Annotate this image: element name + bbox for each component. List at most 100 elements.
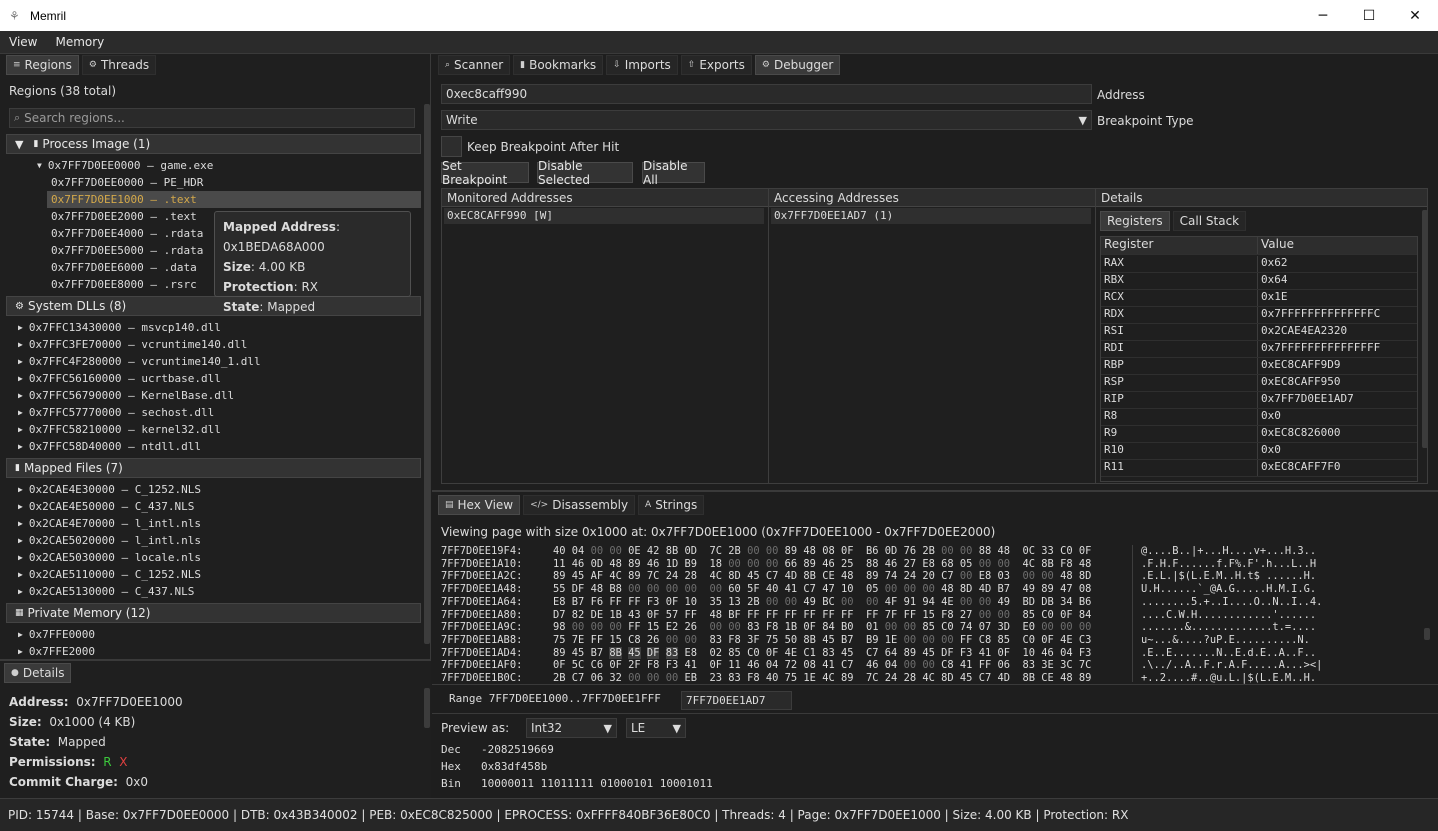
hex-byte[interactable]: 46 bbox=[747, 659, 760, 671]
hex-byte[interactable]: 0E bbox=[628, 545, 641, 557]
hex-byte[interactable]: 0F bbox=[803, 621, 816, 633]
hex-byte[interactable]: 60 bbox=[728, 583, 741, 595]
hex-byte[interactable]: E8 bbox=[979, 570, 992, 582]
hex-byte[interactable]: 83 bbox=[728, 672, 741, 684]
group-process-image[interactable]: ▼ ▮ Process Image (1) bbox=[6, 134, 421, 154]
hex-byte[interactable]: 2B bbox=[553, 672, 566, 684]
hex-byte[interactable]: 00 bbox=[841, 596, 854, 608]
hex-byte[interactable]: FF bbox=[609, 596, 622, 608]
register-row[interactable]: RDX 0x7FFFFFFFFFFFFFFC bbox=[1101, 307, 1417, 324]
tab-hex-view[interactable]: ▤ Hex View bbox=[438, 495, 521, 515]
hex-byte[interactable]: 8B bbox=[609, 646, 622, 659]
register-row[interactable]: RDI 0x7FFFFFFFFFFFFFFF bbox=[1101, 341, 1417, 358]
hex-byte[interactable]: 0F bbox=[710, 659, 723, 671]
hex-byte[interactable]: B6 bbox=[1079, 596, 1092, 608]
hex-byte[interactable]: C0 bbox=[1041, 609, 1054, 621]
hex-byte[interactable]: 0F bbox=[1079, 545, 1092, 557]
register-row[interactable]: RSI 0x2CAE4EA2320 bbox=[1101, 324, 1417, 341]
hex-row-bytes[interactable]: E8 B7 F6 FF FF F3 0F 10 35 13 2B 00 00 4… bbox=[553, 596, 1091, 609]
tree-node-dll[interactable]: ▶ 0x7FFC57770000 – sechost.dll bbox=[18, 404, 214, 421]
hex-byte[interactable]: 34 bbox=[1060, 596, 1073, 608]
hex-byte[interactable]: C7 bbox=[766, 570, 779, 582]
hex-byte[interactable]: 41 bbox=[979, 647, 992, 659]
hex-byte[interactable]: 10 bbox=[1023, 647, 1036, 659]
hex-byte[interactable]: 47 bbox=[1060, 583, 1073, 595]
hex-byte[interactable]: C7 bbox=[841, 659, 854, 671]
hex-byte[interactable]: 04 bbox=[1060, 647, 1073, 659]
hex-byte[interactable]: 07 bbox=[979, 621, 992, 633]
tree-node-dll[interactable]: ▶ 0x7FFC4F280000 – vcruntime140_1.dll bbox=[18, 353, 261, 370]
hex-byte[interactable]: FF bbox=[628, 596, 641, 608]
hex-byte[interactable]: 00 bbox=[684, 634, 697, 646]
tab-debugger[interactable]: ⚙ Debugger bbox=[754, 55, 841, 75]
hex-byte[interactable]: 45 bbox=[572, 570, 585, 582]
tree-node-mapped[interactable]: ▶ 0x2CAE4E30000 – C_1252.NLS bbox=[18, 481, 201, 498]
hex-byte[interactable]: 00 bbox=[885, 583, 898, 595]
hex-byte[interactable]: 00 bbox=[591, 621, 604, 633]
hex-byte[interactable]: 41 bbox=[785, 583, 798, 595]
hex-byte[interactable]: 7C bbox=[710, 545, 723, 557]
hex-byte[interactable]: 40 bbox=[553, 545, 566, 557]
tree-node-dll[interactable]: ▶ 0x7FFC56790000 – KernelBase.dll bbox=[18, 387, 234, 404]
register-row[interactable]: RAX 0x62 bbox=[1101, 256, 1417, 273]
hex-byte[interactable]: FF bbox=[766, 609, 779, 621]
hex-byte[interactable]: B7 bbox=[841, 634, 854, 646]
hex-byte[interactable]: 00 bbox=[1079, 621, 1092, 633]
hex-byte[interactable]: 2B bbox=[728, 545, 741, 557]
hex-byte[interactable]: 5C bbox=[572, 659, 585, 671]
hex-byte[interactable]: F3 bbox=[647, 596, 660, 608]
hex-byte[interactable]: C8 bbox=[941, 659, 954, 671]
hex-byte[interactable]: 20 bbox=[922, 570, 935, 582]
hex-byte[interactable]: 57 bbox=[666, 609, 679, 621]
hex-byte[interactable]: 8B bbox=[666, 545, 679, 557]
hex-byte[interactable]: 4D bbox=[785, 570, 798, 582]
hex-byte[interactable]: 10 bbox=[684, 596, 697, 608]
hex-row-bytes[interactable]: 89 45 B7 8B 45 DF 83 E8 02 85 C0 0F 4E C… bbox=[553, 646, 1091, 660]
hex-byte[interactable]: 7F bbox=[885, 609, 898, 621]
register-row[interactable]: RBX 0x64 bbox=[1101, 273, 1417, 290]
hex-byte[interactable]: 46 bbox=[866, 659, 879, 671]
hex-byte[interactable]: D7 bbox=[553, 609, 566, 621]
hex-byte[interactable]: 00 bbox=[710, 621, 723, 633]
disable-all-button[interactable]: Disable All bbox=[642, 159, 705, 187]
hex-byte[interactable]: C7 bbox=[803, 583, 816, 595]
hex-byte[interactable]: 00 bbox=[728, 558, 741, 570]
hex-byte[interactable]: FF bbox=[960, 634, 973, 646]
hex-byte[interactable]: 05 bbox=[960, 558, 973, 570]
hex-byte[interactable]: B7 bbox=[997, 583, 1010, 595]
hex-byte[interactable]: 00 bbox=[960, 545, 973, 557]
hex-byte[interactable]: 89 bbox=[628, 558, 641, 570]
hex-byte[interactable]: 89 bbox=[866, 570, 879, 582]
hex-byte[interactable]: 42 bbox=[647, 545, 660, 557]
splitter[interactable] bbox=[432, 490, 1438, 492]
hex-byte[interactable]: 85 bbox=[997, 634, 1010, 646]
tree-node-dll[interactable]: ▶ 0x7FFC56160000 – ucrtbase.dll bbox=[18, 370, 221, 387]
hex-byte[interactable]: 7C bbox=[647, 570, 660, 582]
hex-byte[interactable]: 41 bbox=[960, 659, 973, 671]
hex-byte[interactable]: FF bbox=[979, 659, 992, 671]
tree-node-game-exe[interactable]: ▼ 0x7FF7D0EE0000 – game.exe bbox=[37, 157, 213, 174]
tree-node[interactable]: 0x7FF7D0EE0000 – PE_HDR bbox=[51, 174, 203, 191]
hex-byte[interactable]: 02 bbox=[710, 647, 723, 659]
hex-byte[interactable]: 03 bbox=[997, 570, 1010, 582]
hex-row-bytes[interactable]: 0F 5C C6 0F 2F F8 F3 41 0F 11 46 04 72 0… bbox=[553, 659, 1091, 672]
tree-node-mapped[interactable]: ▶ 0x2CAE4E50000 – C_437.NLS bbox=[18, 498, 194, 515]
hex-byte[interactable]: FF bbox=[591, 634, 604, 646]
tree-node-mapped[interactable]: ▶ 0x2CAE4E70000 – l_intl.nls bbox=[18, 515, 201, 532]
hex-row-bytes[interactable]: 75 7E FF 15 C8 26 00 00 83 F8 3F 75 50 8… bbox=[553, 634, 1091, 647]
hex-byte[interactable]: 89 bbox=[785, 545, 798, 557]
hex-byte[interactable]: 00 bbox=[904, 621, 917, 633]
search-regions-input[interactable]: ⌕ Search regions... bbox=[9, 108, 415, 128]
hex-byte[interactable]: 00 bbox=[728, 621, 741, 633]
hex-byte[interactable]: 0F bbox=[841, 545, 854, 557]
keep-breakpoint-checkbox[interactable] bbox=[441, 136, 462, 157]
hex-byte[interactable]: FF bbox=[684, 609, 697, 621]
tree-node[interactable]: 0x7FF7D0EE6000 – .data bbox=[51, 259, 197, 276]
hex-byte[interactable]: DE bbox=[591, 609, 604, 621]
hex-byte[interactable]: FF bbox=[803, 609, 816, 621]
hex-byte[interactable]: C7 bbox=[572, 672, 585, 684]
hex-byte[interactable]: F8 bbox=[728, 634, 741, 646]
hex-byte[interactable]: 46 bbox=[647, 558, 660, 570]
hex-byte[interactable]: 4C bbox=[1023, 558, 1036, 570]
hex-byte[interactable]: 46 bbox=[885, 558, 898, 570]
